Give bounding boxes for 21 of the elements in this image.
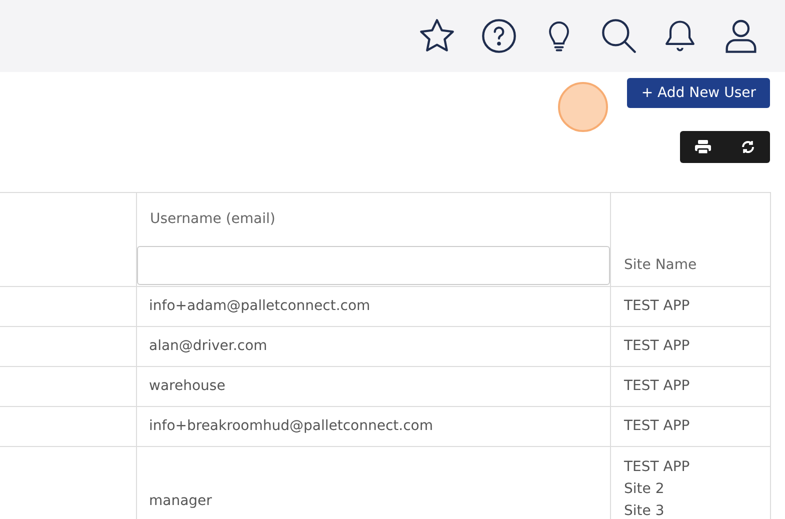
refresh-icon[interactable] — [741, 140, 755, 154]
filter-field[interactable] — [137, 246, 610, 285]
site-name: Site 2 — [624, 480, 666, 499]
table-cell: info+adam@palletconnect.com — [149, 298, 370, 314]
column-header: Site Name — [623, 256, 698, 275]
printer-icon[interactable] — [695, 140, 711, 154]
add-user-button[interactable]: + Add New User — [627, 78, 770, 108]
table-cell: alan@driver.com — [149, 338, 268, 354]
table-cell: manager — [149, 493, 212, 509]
table-cell: warehouse — [149, 378, 226, 394]
site-name: TEST APP — [624, 377, 691, 396]
site-name: TEST APP — [624, 337, 691, 356]
site-name: TEST APP — [624, 417, 691, 436]
click-marker — [558, 82, 608, 132]
table-cell: info+breakroomhud@palletconnect.com — [149, 418, 433, 434]
help-icon[interactable] — [479, 16, 519, 56]
site-name: TEST APP — [624, 297, 691, 316]
column-header: Username (email) — [149, 210, 276, 229]
search-icon[interactable] — [599, 16, 639, 56]
site-name: Site 3 — [624, 502, 666, 519]
site-name: TEST APP — [624, 458, 691, 477]
